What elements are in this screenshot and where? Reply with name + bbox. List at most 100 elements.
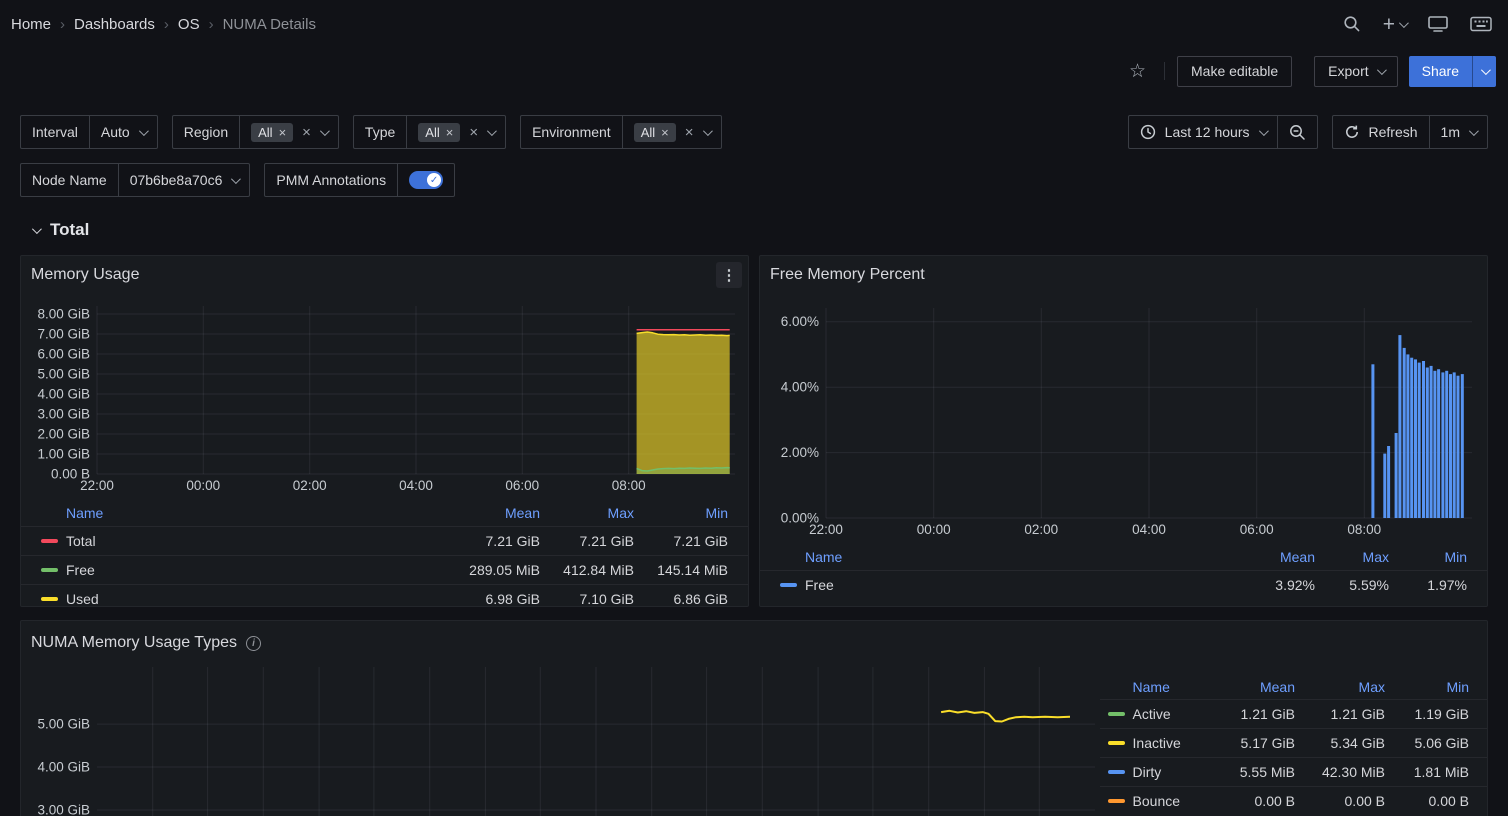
legend-header-min[interactable]: Min xyxy=(1385,679,1469,695)
search-button[interactable] xyxy=(1343,15,1361,33)
node-name-select[interactable]: 07b6be8a70c6 xyxy=(118,164,250,196)
legend-header-mean[interactable]: Mean xyxy=(1207,679,1295,695)
legend-header-min[interactable]: Min xyxy=(634,505,728,521)
make-editable-button[interactable]: Make editable xyxy=(1177,56,1292,87)
environment-variable: Environment All × × xyxy=(520,115,721,149)
toolbar-divider xyxy=(1164,62,1165,80)
panel-title[interactable]: Free Memory Percent xyxy=(770,266,925,284)
info-icon[interactable]: i xyxy=(246,636,261,651)
panel-menu-button[interactable]: ⋮ xyxy=(716,262,742,288)
type-chip-value: All xyxy=(425,125,439,140)
type-chip[interactable]: All × xyxy=(418,123,460,142)
series-min: 1.97% xyxy=(1389,577,1467,593)
legend-row-dirty: Dirty 5.55 MiB 42.30 MiB 1.81 MiB xyxy=(1100,757,1487,786)
series-mean: 3.92% xyxy=(1235,577,1315,593)
breadcrumb-home[interactable]: Home xyxy=(11,16,51,33)
share-menu-button[interactable] xyxy=(1472,56,1496,87)
favorite-button[interactable]: ☆ xyxy=(1123,58,1152,85)
collapse-chevron-icon xyxy=(32,224,42,234)
panel-title[interactable]: Memory Usage xyxy=(31,266,139,284)
chevron-down-icon xyxy=(1258,126,1268,136)
legend-header-max[interactable]: Max xyxy=(1295,679,1385,695)
pmm-annotations-toggle[interactable]: ✓ xyxy=(409,171,443,189)
series-mean: 6.98 GiB xyxy=(446,591,540,607)
legend-header-row: Name Mean Max Min xyxy=(21,500,748,526)
panel-free-memory-percent: Free Memory Percent 6.00%4.00%2.00%0.00%… xyxy=(759,255,1488,607)
chevron-down-icon xyxy=(702,126,712,136)
search-icon xyxy=(1343,15,1361,33)
svg-text:8.00 GiB: 8.00 GiB xyxy=(37,307,90,322)
region-chip[interactable]: All × xyxy=(251,123,293,142)
series-max: 412.84 MiB xyxy=(540,562,634,578)
row-total-header[interactable]: Total xyxy=(32,220,1508,240)
chip-remove-icon[interactable]: × xyxy=(446,126,454,139)
legend-row-total: Total 7.21 GiB 7.21 GiB 7.21 GiB xyxy=(21,526,748,555)
chevron-down-icon xyxy=(1399,18,1409,28)
legend-header-min[interactable]: Min xyxy=(1389,549,1467,565)
legend-header-max[interactable]: Max xyxy=(1315,549,1389,565)
chip-remove-icon[interactable]: × xyxy=(279,126,287,139)
chip-remove-icon[interactable]: × xyxy=(661,126,669,139)
clear-selection-icon[interactable]: × xyxy=(685,125,694,140)
refresh-interval-select[interactable]: 1m xyxy=(1429,116,1487,148)
clear-selection-icon[interactable]: × xyxy=(469,125,478,140)
check-icon: ✓ xyxy=(430,175,438,186)
series-name[interactable]: Active xyxy=(1133,706,1171,722)
memory-usage-chart[interactable]: 8.00 GiB7.00 GiB6.00 GiB5.00 GiB4.00 GiB… xyxy=(29,296,741,496)
series-name[interactable]: Total xyxy=(66,533,96,549)
export-button[interactable]: Export xyxy=(1314,56,1397,87)
refresh-button[interactable]: Refresh xyxy=(1333,116,1429,148)
panel-header: Memory Usage xyxy=(21,256,748,294)
breadcrumb-os[interactable]: OS xyxy=(178,16,200,33)
series-swatch xyxy=(1108,770,1125,774)
type-variable: Type All × × xyxy=(353,115,506,149)
type-select[interactable]: All × × xyxy=(406,116,505,148)
breadcrumb-dashboards[interactable]: Dashboards xyxy=(74,16,155,33)
series-name[interactable]: Free xyxy=(805,577,834,593)
share-button[interactable]: Share xyxy=(1409,56,1472,87)
series-name[interactable]: Inactive xyxy=(1133,735,1181,751)
time-range-picker[interactable]: Last 12 hours xyxy=(1129,116,1277,148)
interval-select[interactable]: Auto xyxy=(89,116,157,148)
tv-mode-button[interactable] xyxy=(1428,15,1448,33)
series-min: 1.19 GiB xyxy=(1385,706,1469,722)
series-name[interactable]: Dirty xyxy=(1133,764,1162,780)
environment-chip[interactable]: All × xyxy=(634,123,676,142)
legend-header-name[interactable]: Name xyxy=(41,505,446,521)
clear-selection-icon[interactable]: × xyxy=(302,125,311,140)
legend-header-max[interactable]: Max xyxy=(540,505,634,521)
time-picker-group: Last 12 hours xyxy=(1128,115,1318,149)
series-min: 1.81 MiB xyxy=(1385,764,1469,780)
legend-header-name[interactable]: Name xyxy=(780,549,1235,565)
keyboard-icon xyxy=(1470,16,1492,32)
legend-row-bounce: Bounce 0.00 B 0.00 B 0.00 B xyxy=(1100,786,1487,815)
series-max: 0.00 B xyxy=(1295,793,1385,809)
series-max: 5.34 GiB xyxy=(1295,735,1385,751)
svg-text:2.00 GiB: 2.00 GiB xyxy=(37,427,90,442)
interval-variable: Interval Auto xyxy=(20,115,158,149)
svg-text:08:00: 08:00 xyxy=(612,478,646,493)
plus-icon: + xyxy=(1383,14,1395,35)
region-chip-value: All xyxy=(258,125,272,140)
numa-memory-usage-chart[interactable]: 5.00 GiB4.00 GiB3.00 GiB xyxy=(29,667,1100,816)
environment-select[interactable]: All × × xyxy=(622,116,721,148)
pmm-annotations-control: PMM Annotations ✓ xyxy=(264,163,455,197)
legend-header-mean[interactable]: Mean xyxy=(446,505,540,521)
legend-header-mean[interactable]: Mean xyxy=(1235,549,1315,565)
svg-text:02:00: 02:00 xyxy=(1024,522,1058,537)
add-menu-button[interactable]: + xyxy=(1383,14,1406,35)
series-mean: 1.21 GiB xyxy=(1207,706,1295,722)
series-name[interactable]: Used xyxy=(66,591,99,607)
free-memory-percent-chart[interactable]: 6.00%4.00%2.00%0.00%22:0000:0002:0004:00… xyxy=(768,296,1482,540)
series-name[interactable]: Bounce xyxy=(1133,793,1180,809)
svg-text:5.00 GiB: 5.00 GiB xyxy=(37,367,90,382)
zoom-out-button[interactable] xyxy=(1277,116,1317,148)
panel-title[interactable]: NUMA Memory Usage Types xyxy=(31,634,237,652)
series-swatch xyxy=(1108,741,1125,745)
zoom-out-icon xyxy=(1289,124,1306,141)
legend-header-name[interactable]: Name xyxy=(1108,679,1207,695)
dashboard-filters: Interval Auto Region All × × Typ xyxy=(0,94,1508,197)
region-select[interactable]: All × × xyxy=(239,116,338,148)
keyboard-shortcuts-button[interactable] xyxy=(1470,16,1492,32)
series-name[interactable]: Free xyxy=(66,562,95,578)
